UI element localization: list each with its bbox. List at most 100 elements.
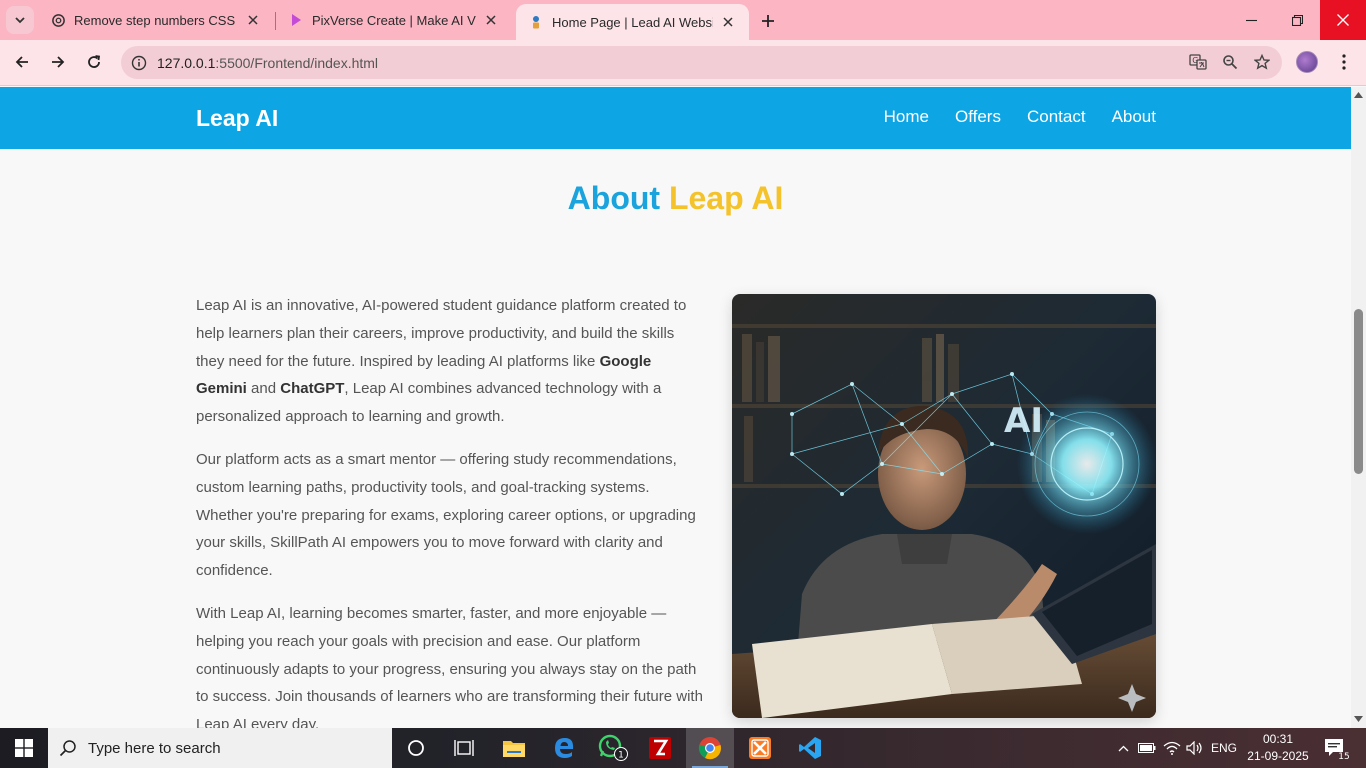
edge-icon <box>555 738 574 758</box>
task-view-icon <box>454 740 474 756</box>
about-text: Leap AI is an innovative, AI-powered stu… <box>196 292 706 728</box>
language-indicator[interactable]: ENG <box>1208 728 1240 768</box>
notification-center-button[interactable]: 15 <box>1318 728 1354 768</box>
tab-title: Remove step numbers CSS <box>74 12 236 28</box>
tab-title: Home Page | Lead AI Website <box>552 14 713 30</box>
clock-date: 21-09-2025 <box>1247 749 1309 763</box>
speaker-icon <box>1186 741 1202 755</box>
filezilla-button[interactable] <box>636 728 684 768</box>
windows-taskbar: Type here to search 1 ENG 00:31 21-09-20… <box>0 728 1366 768</box>
site-info-icon[interactable] <box>123 55 155 71</box>
search-icon <box>48 739 88 757</box>
cortana-button[interactable] <box>392 728 440 768</box>
tab-home-page[interactable]: Home Page | Lead AI Website <box>516 4 749 40</box>
zoom-icon[interactable] <box>1218 50 1242 74</box>
minimize-icon <box>1245 19 1257 21</box>
notification-icon: 15 <box>1325 739 1350 761</box>
nav-link-about[interactable]: About <box>1112 107 1156 127</box>
chrome-button[interactable] <box>686 728 734 768</box>
browser-menu-button[interactable] <box>1333 49 1355 75</box>
pixverse-icon <box>288 12 304 28</box>
site-navbar: Leap AI Home Offers Contact About <box>0 87 1351 149</box>
close-tab-icon[interactable] <box>719 13 737 31</box>
folder-icon <box>503 741 525 757</box>
task-view-button[interactable] <box>440 728 488 768</box>
url-host: 127.0.0.1 <box>157 54 216 71</box>
text-run: and <box>246 380 281 398</box>
profile-avatar[interactable] <box>1296 51 1318 73</box>
page-scrollbar[interactable] <box>1351 87 1366 728</box>
tab-title: PixVerse Create | Make AI Videos <box>312 12 476 28</box>
more-vertical-icon <box>1342 54 1346 70</box>
whatsapp-icon: 1 <box>598 734 628 761</box>
site-logo[interactable]: Leap AI <box>196 105 278 132</box>
forward-button[interactable] <box>44 48 72 76</box>
address-bar[interactable]: 127.0.0.1:5500/Frontend/index.html G <box>121 46 1282 79</box>
url-path: :5500/Frontend/index.html <box>215 54 379 71</box>
vscode-button[interactable] <box>786 728 834 768</box>
taskbar-clock[interactable]: 00:31 21-09-2025 <box>1246 731 1310 765</box>
chatgpt-icon <box>50 12 66 28</box>
wifi-icon <box>1163 741 1181 755</box>
edge-button[interactable] <box>540 728 588 768</box>
url-text: 127.0.0.1:5500/Frontend/index.html <box>157 55 378 71</box>
back-button[interactable] <box>8 48 36 76</box>
minimize-button[interactable] <box>1228 0 1274 40</box>
reload-icon <box>88 55 101 68</box>
site-nav: Home Offers Contact About <box>884 107 1156 127</box>
windows-logo-icon <box>15 739 33 757</box>
close-tab-icon[interactable] <box>482 11 500 29</box>
page-viewport: Leap AI Home Offers Contact About About … <box>0 87 1351 728</box>
start-button[interactable] <box>0 728 48 768</box>
taskbar-search[interactable]: Type here to search <box>48 728 392 768</box>
translate-icon[interactable]: G <box>1186 50 1210 74</box>
whatsapp-button[interactable]: 1 <box>588 728 636 768</box>
xampp-icon <box>749 737 771 759</box>
reload-button[interactable] <box>80 48 108 76</box>
close-window-button[interactable] <box>1320 0 1366 40</box>
network-tray-icon[interactable] <box>1160 728 1184 768</box>
about-illustration: AI <box>732 294 1156 718</box>
show-hidden-icons-button[interactable] <box>1112 728 1134 768</box>
cortana-icon <box>408 740 424 756</box>
chrome-icon <box>698 737 721 760</box>
close-icon <box>1337 14 1349 26</box>
tab-remove-step-numbers[interactable]: Remove step numbers CSS <box>38 0 274 40</box>
about-heading-about: About <box>567 180 661 216</box>
scrollbar-thumb[interactable] <box>1354 309 1363 474</box>
plus-icon <box>762 15 774 27</box>
site-icon <box>528 14 544 30</box>
tab-pixverse[interactable]: PixVerse Create | Make AI Videos <box>276 0 512 40</box>
nav-link-home[interactable]: Home <box>884 107 929 127</box>
notification-count: 15 <box>1338 752 1349 761</box>
vscode-icon <box>799 737 821 759</box>
about-paragraph-1: Leap AI is an innovative, AI-powered stu… <box>196 292 706 431</box>
file-explorer-button[interactable] <box>490 728 538 768</box>
battery-tray-icon[interactable] <box>1136 728 1158 768</box>
scroll-down-arrow-icon[interactable] <box>1354 714 1363 723</box>
bold-chatgpt: ChatGPT <box>280 380 345 398</box>
scroll-up-arrow-icon[interactable] <box>1354 90 1363 99</box>
nav-link-contact[interactable]: Contact <box>1027 107 1086 127</box>
about-paragraph-3: With Leap AI, learning becomes smarter, … <box>196 604 703 728</box>
new-tab-button[interactable] <box>755 8 781 34</box>
volume-tray-icon[interactable] <box>1184 728 1206 768</box>
about-heading: About Leap AI <box>0 180 1351 217</box>
tab-search-button[interactable] <box>6 6 34 34</box>
xampp-button[interactable] <box>736 728 784 768</box>
about-paragraph-2: Our platform acts as a smart mentor — of… <box>196 450 696 580</box>
bookmark-star-icon[interactable] <box>1250 50 1274 74</box>
filezilla-icon <box>649 737 671 759</box>
image-ai-text: AI <box>1004 401 1043 441</box>
arrow-left-icon <box>15 56 28 68</box>
chevron-down-icon <box>15 17 25 24</box>
chevron-up-icon <box>1118 745 1128 751</box>
close-tab-icon[interactable] <box>244 11 262 29</box>
whatsapp-badge: 1 <box>618 751 624 761</box>
restore-icon <box>1291 14 1303 26</box>
arrow-right-icon <box>52 56 65 68</box>
restore-button[interactable] <box>1274 0 1320 40</box>
browser-tab-strip: Remove step numbers CSS PixVerse Create … <box>0 0 1366 40</box>
search-placeholder: Type here to search <box>88 739 221 757</box>
nav-link-offers[interactable]: Offers <box>955 107 1001 127</box>
